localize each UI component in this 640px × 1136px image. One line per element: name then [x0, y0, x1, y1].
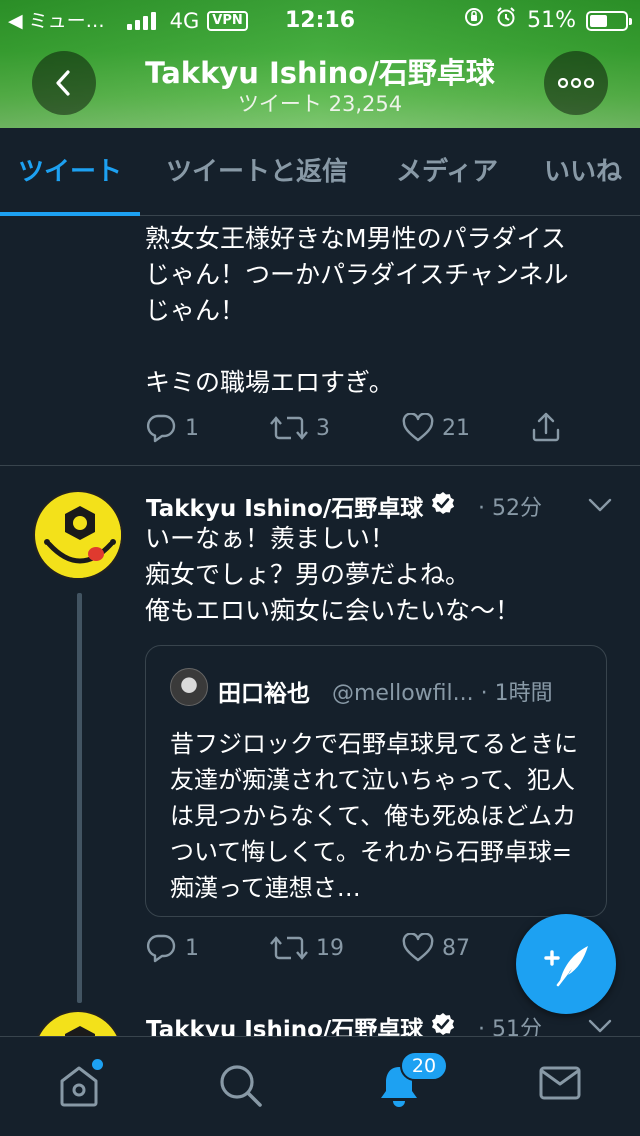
home-unread-dot — [92, 1059, 103, 1070]
retweet-icon — [270, 416, 308, 440]
avatar[interactable] — [33, 490, 123, 580]
like-button[interactable]: 21 — [402, 413, 470, 443]
quote-author-name: 田口裕也 — [218, 681, 310, 707]
tweet-count: ツイート 23,254 — [237, 92, 403, 116]
orientation-lock-icon — [463, 6, 485, 37]
nav-search[interactable] — [218, 1063, 264, 1113]
nav-home[interactable] — [58, 1063, 100, 1113]
heart-icon — [402, 933, 434, 962]
reply-count: 1 — [185, 415, 199, 441]
more-options-button[interactable] — [544, 51, 608, 115]
retweet-count: 19 — [316, 935, 344, 961]
tweet-text: いーなぁ！羨ましい！ 痴女でしょ？男の夢だよね。 俺もエロい痴女に会いたいな〜！ — [145, 524, 521, 625]
avatar[interactable] — [33, 1010, 123, 1036]
tab-media[interactable]: メディア — [396, 128, 498, 216]
heart-icon — [402, 413, 434, 442]
bottom-navigation: 20 — [0, 1036, 640, 1136]
like-button[interactable]: 87 — [402, 933, 470, 963]
tweet-time: · 51分 — [478, 1017, 542, 1036]
tweet-time: · 52分 — [478, 496, 542, 521]
search-icon — [220, 1065, 262, 1107]
share-button[interactable] — [530, 411, 562, 443]
profile-header: ◀ ミュー… 4G VPN 12:16 51% Takkyu Ishino/石野… — [0, 0, 640, 128]
compose-tweet-button[interactable] — [516, 914, 616, 1014]
like-count: 87 — [442, 935, 470, 961]
active-tab-indicator — [0, 212, 140, 216]
nav-messages[interactable] — [538, 1063, 582, 1107]
notification-count-badge: 20 — [400, 1051, 448, 1081]
status-bar-right: 51% — [463, 6, 632, 37]
tab-tweets[interactable]: ツイート — [18, 128, 122, 216]
reply-count: 1 — [185, 935, 199, 961]
quote-text: 昔フジロックで石野卓球見てるときに友達が痴漢されて泣いちゃって、犯人は見つからな… — [170, 730, 578, 902]
reply-button[interactable]: 1 — [145, 933, 199, 963]
reply-icon — [146, 934, 176, 963]
retweet-button[interactable]: 19 — [270, 933, 344, 963]
reply-button[interactable]: 1 — [145, 413, 199, 443]
quote-handle: @mellowfil... · 1時間 — [332, 681, 553, 706]
like-count: 21 — [442, 415, 470, 441]
profile-tabs: ツイート ツイートと返信 メディア いいね — [0, 128, 640, 216]
share-icon — [532, 412, 560, 442]
retweet-icon — [270, 936, 308, 960]
quoted-tweet[interactable]: 田口裕也 @mellowfil... · 1時間 昔フジロックで石野卓球見てると… — [145, 645, 607, 917]
mail-icon — [539, 1066, 581, 1100]
thread-connector — [77, 593, 82, 1003]
timeline[interactable]: 熟女女王様好きなM男性のパラダイス じゃん！つーかパラダイスチャンネル じゃん！… — [0, 217, 640, 1036]
home-icon — [60, 1066, 98, 1107]
reply-icon — [146, 414, 176, 443]
chevron-down-icon[interactable] — [588, 1018, 612, 1034]
quote-avatar — [170, 668, 208, 706]
compose-feather-icon — [544, 946, 588, 987]
smiley-logo-icon — [36, 493, 121, 578]
retweet-button[interactable]: 3 — [270, 413, 330, 443]
smiley-logo-icon — [41, 1013, 119, 1036]
retweet-count: 3 — [316, 415, 330, 441]
battery-percent: 51% — [527, 8, 576, 33]
tweet-divider — [0, 465, 640, 466]
chevron-down-icon[interactable] — [588, 497, 612, 513]
tab-tweets-and-replies[interactable]: ツイートと返信 — [166, 128, 348, 216]
more-icon — [558, 78, 594, 88]
author-name: Takkyu Ishino/石野卓球 — [146, 496, 424, 522]
verified-badge-icon — [431, 1012, 455, 1036]
tweet-text: 熟女女王様好きなM男性のパラダイス じゃん！つーかパラダイスチャンネル じゃん！… — [145, 224, 569, 397]
battery-icon — [586, 11, 632, 31]
author-name: Takkyu Ishino/石野卓球 — [146, 1017, 424, 1036]
verified-badge-icon — [431, 491, 455, 521]
tab-likes[interactable]: いいね — [544, 128, 622, 216]
alarm-icon — [495, 6, 517, 37]
tweet-author[interactable]: Takkyu Ishino/石野卓球 — [146, 489, 455, 523]
tweet-author[interactable]: Takkyu Ishino/石野卓球 — [146, 1010, 455, 1036]
